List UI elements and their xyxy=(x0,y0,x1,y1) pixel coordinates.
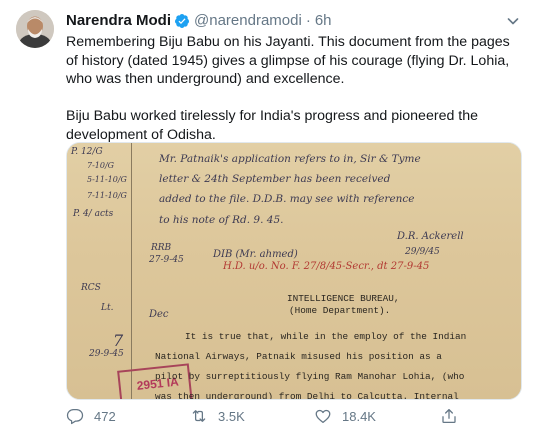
like-count: 18.4K xyxy=(342,408,376,424)
red-reference: H.D. u/o. No. F. 27/8/45-Secr., dt 27-9-… xyxy=(223,261,430,272)
handwritten-line: letter & 24th September has been receive… xyxy=(159,173,391,185)
margin-note: 7-11-10/G xyxy=(87,191,127,200)
tweet-header: Narendra Modi @narendramodi · 6h xyxy=(66,12,332,30)
display-name[interactable]: Narendra Modi xyxy=(66,12,171,30)
reply-icon xyxy=(66,408,84,425)
margin-note: 27-9-45 xyxy=(149,255,184,265)
typed-line: was then underground) from Delhi to Calc… xyxy=(155,391,459,400)
reply-count: 472 xyxy=(94,408,116,424)
tweet-actions: 472 3.5K 18.4K xyxy=(62,406,522,426)
timestamp[interactable]: 6h xyxy=(315,12,332,30)
tweet[interactable]: Narendra Modi @narendramodi · 6h Remembe… xyxy=(0,0,535,436)
share-icon xyxy=(442,408,456,424)
signature-date: 29/9/45 xyxy=(405,247,440,257)
handle[interactable]: @narendramodi xyxy=(194,12,302,30)
like-button[interactable]: 18.4K xyxy=(314,406,376,426)
retweet-count: 3.5K xyxy=(218,408,245,424)
margin-note: Lt. xyxy=(101,303,114,313)
margin-note: RCS xyxy=(81,283,101,293)
margin-note: Dec xyxy=(149,309,169,320)
separator-dot: · xyxy=(305,12,311,29)
retweet-button[interactable]: 3.5K xyxy=(190,406,245,426)
chevron-down-icon[interactable] xyxy=(505,13,521,29)
tweet-text: Remembering Biju Babu on his Jayanti. Th… xyxy=(66,33,521,145)
margin-note: RRB xyxy=(151,243,172,253)
signature: D.R. Ackerell xyxy=(397,231,464,242)
typed-line: pilot by surreptitiously flying Ram Mano… xyxy=(155,371,465,382)
typed-header: INTELLIGENCE BUREAU, xyxy=(287,293,400,304)
tweet-paragraph: Biju Babu worked tirelessly for India's … xyxy=(66,108,479,143)
handwritten-line: Mr. Patnaik's application refers to in, … xyxy=(159,153,421,165)
share-button[interactable] xyxy=(440,406,458,426)
dib-note: DIB (Mr. ahmed) xyxy=(213,249,298,260)
typed-header: (Home Department). xyxy=(289,305,391,316)
margin-note: 7 xyxy=(113,331,124,350)
margin-note: 5-11-10/G xyxy=(87,175,127,184)
document-margin-line xyxy=(131,143,132,399)
tweet-paragraph: Remembering Biju Babu on his Jayanti. Th… xyxy=(66,34,510,88)
margin-note: 29-9-45 xyxy=(89,349,124,359)
handwritten-line: to his note of Rd. 9. 45. xyxy=(159,214,284,226)
handwritten-line: added to the file. D.D.B. may see with r… xyxy=(159,193,415,205)
reply-button[interactable]: 472 xyxy=(66,406,116,426)
retweet-icon xyxy=(192,410,206,422)
margin-note: 7-10/G xyxy=(87,161,115,170)
avatar[interactable] xyxy=(16,10,54,48)
typed-line: National Airways, Patnaik misused his po… xyxy=(155,351,442,362)
heart-icon xyxy=(315,409,331,424)
document-image: P. 12/G 7-10/G 5-11-10/G 7-11-10/G P. 4/… xyxy=(67,143,521,399)
tweet-image[interactable]: P. 12/G 7-10/G 5-11-10/G 7-11-10/G P. 4/… xyxy=(66,142,522,400)
avatar-image xyxy=(16,10,54,48)
margin-note: P. 4/ acts xyxy=(73,209,114,219)
margin-note: P. 12/G xyxy=(71,147,103,157)
verified-badge-icon xyxy=(175,14,190,28)
typed-line: It is true that, while in the employ of … xyxy=(185,331,467,342)
